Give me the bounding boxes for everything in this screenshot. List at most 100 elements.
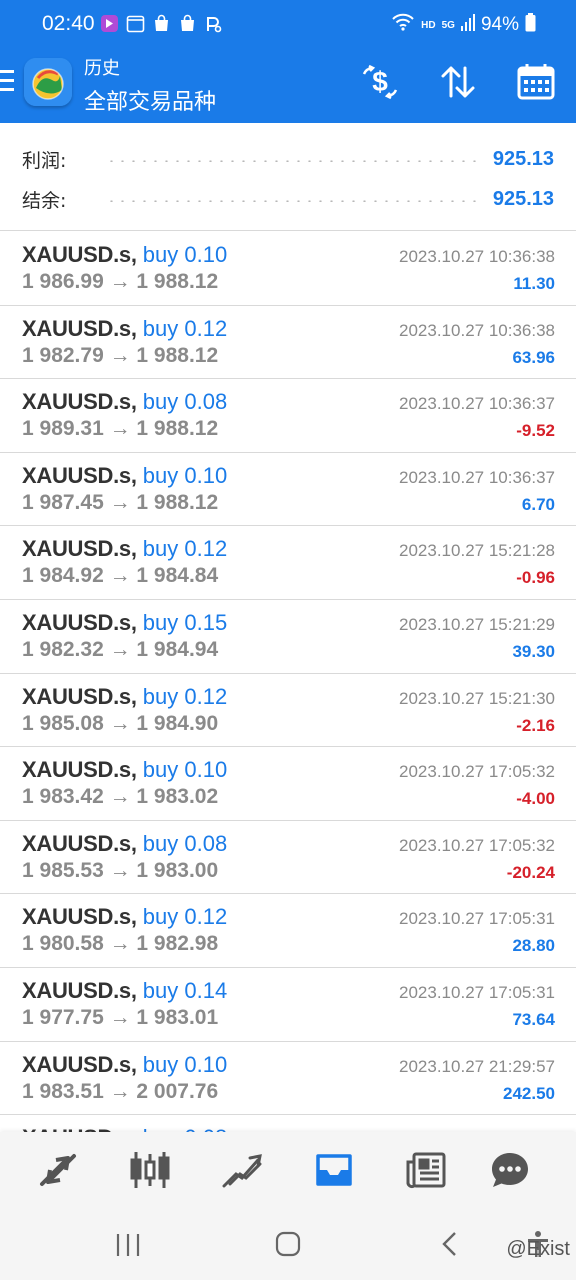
status-bar: 02:40 HD 5G 94% — [0, 0, 576, 48]
balance-row: 结余: 925.13 — [22, 184, 554, 214]
trade-time: 2023.10.27 15:21:28 — [399, 541, 555, 561]
trade-symbol-line: XAUUSD.s, buy 0.08 — [22, 831, 227, 857]
trade-symbol: XAUUSD.s, — [22, 462, 137, 488]
trade-row[interactable]: XAUUSD.s, buy 0.12 1 980.58 → 1 982.98 202… — [0, 894, 576, 968]
trade-row[interactable]: XAUUSD.s, buy 0.082023.10.27 21:29:57 — [0, 1115, 576, 1132]
trade-symbol: XAUUSD.s, — [22, 1125, 137, 1132]
trade-side-volume: buy 0.12 — [142, 683, 228, 709]
trade-symbol: XAUUSD.s, — [22, 757, 137, 783]
trade-row[interactable]: XAUUSD.s, buy 0.10 1 983.42 → 1 983.02 202… — [0, 747, 576, 821]
trade-symbol-line: XAUUSD.s, buy 0.10 — [22, 242, 227, 268]
profit-value: 925.13 — [492, 147, 554, 170]
trade-row[interactable]: XAUUSD.s, buy 0.15 1 982.32 → 1 984.94 202… — [0, 600, 576, 674]
trade-prices: 1 989.31 → 1 988.12 — [22, 417, 219, 441]
trade-symbol: XAUUSD.s, — [22, 904, 137, 930]
page-title[interactable]: 全部交易品种 — [84, 84, 216, 116]
trade-profit: -2.16 — [516, 715, 555, 735]
trade-profit: -4.00 — [516, 789, 555, 809]
trade-symbol: XAUUSD.s, — [22, 830, 137, 856]
calendar-notification-icon — [126, 14, 145, 33]
status-time: 02:40 — [42, 12, 95, 35]
trade-symbol-line: XAUUSD.s, buy 0.12 — [22, 684, 227, 710]
trade-side-volume: buy 0.10 — [142, 242, 228, 267]
profit-label: 利润: — [22, 149, 67, 172]
trade-row[interactable]: XAUUSD.s, buy 0.12 1 982.79 → 1 988.12 202… — [0, 306, 576, 380]
calendar-icon[interactable] — [514, 60, 558, 104]
menu-icon[interactable] — [0, 70, 14, 96]
sort-icon[interactable] — [436, 60, 480, 104]
trade-prices: 1 982.79 → 1 988.12 — [22, 343, 219, 367]
trade-symbol-line: XAUUSD.s, buy 0.12 — [22, 316, 227, 342]
trade-prices: 1 986.99 → 1 988.12 — [22, 270, 219, 293]
trade-side-volume: buy 0.10 — [142, 1051, 228, 1077]
trade-prices: 1 982.32 → 1 984.94 — [22, 637, 219, 661]
svg-text:$: $ — [372, 66, 388, 97]
trade-prices: 1 983.42 → 1 983.02 — [22, 785, 219, 809]
trade-time: 2023.10.27 10:36:37 — [399, 394, 555, 414]
trade-side-volume: buy 0.15 — [142, 609, 228, 635]
trade-symbol: XAUUSD.s, — [22, 389, 137, 415]
trade-symbol-line: XAUUSD.s, buy 0.08 — [22, 1125, 227, 1132]
news-icon[interactable] — [404, 1148, 448, 1192]
back-icon[interactable] — [432, 1230, 468, 1260]
trade-row[interactable]: XAUUSD.s, buy 0.12 1 985.08 → 1 984.90 202… — [0, 674, 576, 748]
trade-profit: 6.70 — [521, 494, 555, 514]
trade-side-volume: buy 0.10 — [142, 462, 228, 488]
trade-symbol-line: XAUUSD.s, buy 0.12 — [22, 536, 227, 562]
page-subtitle: 历史 — [84, 58, 120, 79]
network-type-label: 5G — [441, 19, 455, 31]
trade-profit: -0.96 — [516, 568, 555, 588]
trade-time: 2023.10.27 15:21:29 — [399, 614, 555, 634]
trade-symbol-line: XAUUSD.s, buy 0.10 — [22, 757, 227, 783]
trade-prices: 1 985.08 → 1 984.90 — [22, 711, 219, 735]
trade-prices: 1 985.53 → 1 983.00 — [22, 858, 219, 882]
trade-row[interactable]: XAUUSD.s, buy 0.10 1 987.45 → 1 988.12 202… — [0, 453, 576, 527]
battery-icon — [525, 12, 536, 38]
trade-side-volume: buy 0.14 — [142, 977, 228, 1003]
trade-row[interactable]: XAUUSD.s, buy 0.12 1 984.92 → 1 984.84 202… — [0, 526, 576, 600]
accessibility-notification-icon — [204, 14, 223, 33]
chart-icon[interactable] — [128, 1148, 172, 1192]
trade-symbol-line: XAUUSD.s, buy 0.10 — [22, 463, 227, 489]
trade-time: 2023.10.27 17:05:31 — [399, 982, 555, 1002]
trade-profit: 28.80 — [512, 936, 555, 956]
trade-prices: 1 987.45 → 1 988.12 — [22, 490, 219, 514]
trade-profit: 39.30 — [512, 641, 555, 661]
notification-icons — [100, 14, 223, 33]
trade-symbol: XAUUSD.s, — [22, 683, 137, 709]
quotes-icon[interactable] — [36, 1148, 80, 1192]
home-icon[interactable] — [270, 1230, 306, 1260]
trade-symbol-line: XAUUSD.s, buy 0.08 — [22, 389, 227, 415]
system-status-icons: HD 5G 94% — [391, 12, 536, 38]
trade-symbol: XAUUSD.s, — [22, 315, 137, 341]
trade-history-list: XAUUSD.s, buy 0.10 1 986.99 → 1 988.12 202… — [0, 232, 576, 1132]
trade-row[interactable]: XAUUSD.s, buy 0.08 1 989.31 → 1 988.12 202… — [0, 379, 576, 453]
history-icon[interactable] — [312, 1148, 356, 1192]
metatrader-logo — [24, 58, 72, 106]
trade-symbol: XAUUSD.s, — [22, 977, 137, 1003]
trade-symbol-line: XAUUSD.s, buy 0.15 — [22, 610, 227, 636]
trade-icon[interactable] — [220, 1148, 264, 1192]
trade-symbol: XAUUSD.s, — [22, 609, 137, 635]
trade-profit: -20.24 — [506, 862, 555, 882]
trade-time: 2023.10.27 17:05:32 — [399, 762, 555, 782]
app-bar: 历史 全部交易品种 $ — [0, 48, 576, 123]
leader-dots — [106, 160, 479, 162]
signal-icon — [460, 13, 475, 37]
trade-prices: 1 977.75 → 1 983.01 — [22, 1005, 219, 1029]
trade-row[interactable]: XAUUSD.s, buy 0.14 1 977.75 → 1 983.01 202… — [0, 968, 576, 1042]
trade-prices: 1 980.58 → 1 982.98 — [22, 932, 219, 956]
trade-time: 2023.10.27 10:36:37 — [399, 467, 555, 487]
chat-icon[interactable] — [488, 1148, 532, 1192]
trade-time: 2023.10.27 21:29:57 — [399, 1056, 555, 1076]
currency-exchange-icon[interactable]: $ — [358, 60, 402, 104]
recent-apps-icon[interactable] — [110, 1230, 146, 1260]
wifi-icon — [391, 12, 415, 38]
trade-row[interactable]: XAUUSD.s, buy 0.10 1 983.51 → 2 007.76 202… — [0, 1042, 576, 1116]
trade-symbol: XAUUSD.s, — [22, 536, 137, 562]
trade-row[interactable]: XAUUSD.s, buy 0.08 1 985.53 → 1 983.00 202… — [0, 821, 576, 895]
summary-panel: 利润: 925.13 结余: 925.13 — [0, 124, 576, 231]
app-notification-icon — [100, 14, 119, 33]
trade-profit: 73.64 — [512, 1009, 555, 1029]
trade-row[interactable]: XAUUSD.s, buy 0.10 1 986.99 → 1 988.12 202… — [0, 232, 576, 306]
